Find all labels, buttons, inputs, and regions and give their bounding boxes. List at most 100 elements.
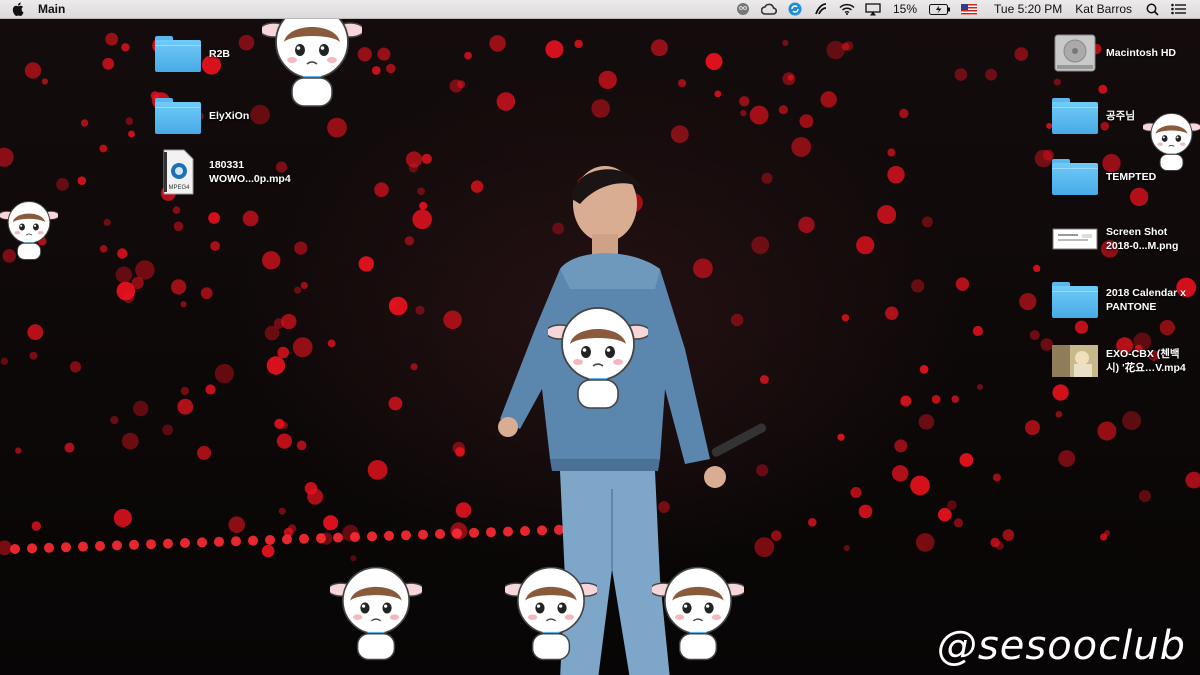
bokeh-light (102, 57, 115, 70)
bokeh-light (274, 418, 285, 429)
bokeh-light (418, 529, 428, 540)
user-name[interactable]: Kat Barros (1075, 2, 1132, 16)
bokeh-light (787, 74, 794, 81)
bokeh-light (921, 216, 933, 228)
bokeh-light (112, 540, 122, 551)
bokeh-light (180, 301, 187, 308)
bokeh-light (327, 339, 336, 348)
bokeh-light (545, 40, 564, 59)
bokeh-light (276, 433, 292, 449)
bokeh-light (452, 528, 462, 539)
wifi-icon[interactable] (839, 2, 855, 16)
apple-logo-icon[interactable] (12, 2, 24, 16)
bokeh-light (300, 281, 308, 290)
bokeh-light (820, 91, 837, 108)
bokeh-light (210, 241, 221, 251)
desktop-folder-gongjunim[interactable]: 공주님 (1052, 96, 1135, 136)
sheep-sticker (545, 302, 651, 412)
airplay-icon[interactable] (865, 2, 881, 16)
icon-label-line1: 180331 (209, 159, 245, 171)
desktop-file-screenshot[interactable]: Screen Shot 2018-0...M.png (1052, 219, 1178, 259)
bokeh-light (1019, 293, 1037, 311)
swirl-icon[interactable] (813, 2, 829, 16)
search-icon[interactable] (1144, 2, 1160, 16)
bokeh-light (0, 147, 14, 167)
icon-label-line1: EXO-CBX (첸백 (1106, 348, 1180, 360)
folder-icon (1052, 96, 1098, 136)
bokeh-light (0, 540, 12, 556)
bokeh-light (27, 324, 44, 341)
folder-icon (1052, 280, 1098, 320)
bokeh-light (1002, 529, 1015, 541)
bokeh-light (972, 325, 984, 337)
bokeh-light (372, 66, 381, 75)
video-file-icon (1052, 341, 1098, 381)
icon-label-line1: Screen Shot (1106, 226, 1168, 238)
bokeh-light (990, 537, 1000, 548)
bokeh-light (10, 544, 20, 554)
bokeh-light (115, 266, 133, 284)
list-icon[interactable] (1170, 2, 1186, 16)
bokeh-light (892, 465, 909, 482)
bokeh-light (1033, 264, 1041, 272)
us-flag-icon[interactable] (961, 2, 978, 16)
bokeh-light (374, 182, 389, 197)
bokeh-light (1074, 320, 1089, 334)
desktop-file-exo-cbx[interactable]: EXO-CBX (첸백 시) '花요…V.mp4 (1052, 341, 1186, 381)
bokeh-light (705, 53, 723, 70)
watermark-text: @sesooclub (936, 623, 1186, 669)
bokeh-light (887, 148, 896, 157)
bokeh-light (231, 536, 241, 547)
bokeh-light (77, 176, 87, 185)
bokeh-light (856, 236, 875, 255)
desktop-folder-tempted[interactable]: TEMPTED (1052, 157, 1156, 197)
icon-label-line2: 2018-0...M.png (1106, 240, 1179, 252)
icon-label: R2B (209, 48, 231, 60)
app-menu-name[interactable]: Main (38, 2, 65, 16)
bokeh-light (410, 363, 418, 371)
bokeh-light (798, 216, 815, 233)
bokeh-light (110, 416, 119, 425)
bokeh-light (125, 117, 134, 125)
screenshot-file-icon (1052, 219, 1098, 259)
bokeh-light (113, 508, 132, 528)
bokeh-light (135, 260, 155, 280)
bokeh-light (1122, 411, 1142, 431)
desktop-folder-elyxion[interactable]: ElyXiOn (155, 96, 249, 136)
bokeh-light (443, 310, 462, 330)
bokeh-light (294, 286, 302, 294)
bokeh-light (496, 92, 516, 111)
bokeh-light (282, 534, 292, 545)
desktop-folder-calendar[interactable]: 2018 Calendar x PANTONE (1052, 280, 1186, 320)
icon-label-line2: PANTONE (1106, 301, 1157, 313)
bokeh-light (1029, 330, 1040, 341)
bokeh-light (208, 212, 221, 224)
bokeh-light (1058, 450, 1076, 467)
sheep-sticker (649, 562, 747, 663)
creative-cloud-icon[interactable] (761, 2, 777, 16)
bokeh-light (1138, 490, 1151, 502)
bokeh-light (162, 424, 174, 436)
desktop-folder-r2b[interactable]: R2B (155, 34, 230, 74)
desktop-macintosh-hd[interactable]: Macintosh HD (1052, 33, 1176, 73)
clock[interactable]: Tue 5:20 PM (994, 2, 1062, 16)
bokeh-light (714, 90, 722, 98)
bokeh-light (266, 356, 286, 375)
battery-icon[interactable] (929, 2, 951, 16)
bokeh-light (27, 543, 37, 554)
sync-icon[interactable] (787, 2, 803, 16)
bokeh-light (1053, 78, 1061, 86)
bokeh-light (80, 119, 89, 127)
bokeh-light (977, 384, 983, 390)
bokeh-light (265, 535, 275, 545)
bokeh-light (228, 516, 245, 533)
desktop-file-mp4[interactable]: MPEG4 180331 WOWO...0p.mp4 (155, 149, 291, 195)
bokeh-light (1100, 533, 1108, 541)
bokeh-light (598, 70, 617, 90)
bokeh-light (915, 533, 935, 552)
battery-percent[interactable]: 15% (893, 2, 917, 16)
bokeh-light (591, 99, 610, 118)
bokeh-light (401, 530, 411, 541)
owl-icon[interactable] (735, 2, 751, 16)
bokeh-light (0, 357, 9, 365)
